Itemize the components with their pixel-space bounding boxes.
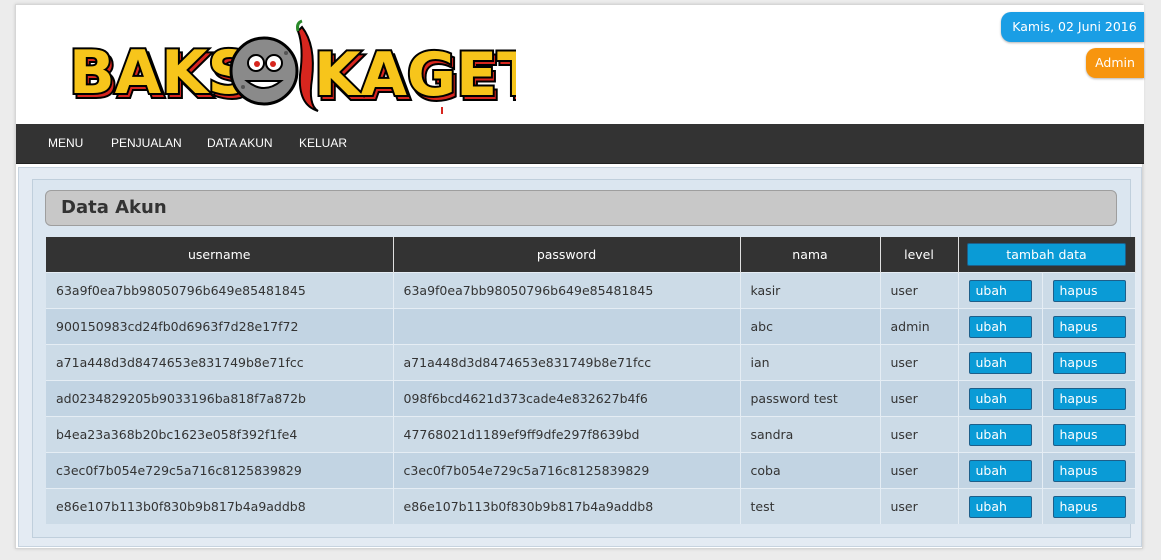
table-row: c3ec0f7b054e729c5a716c8125839829 c3ec0f7…	[46, 452, 1136, 489]
main-nav: MENU PENJUALAN DATA AKUN KELUAR	[16, 124, 1144, 164]
edit-button[interactable]: ubah	[968, 351, 1032, 374]
table-row: ad0234829205b9033196ba818f7a872b 098f6bc…	[46, 380, 1136, 417]
add-data-button[interactable]: tambah data	[967, 243, 1126, 266]
cell-password: a71a448d3d8474653e831749b8e71fcc	[393, 344, 741, 381]
col-password: password	[393, 237, 741, 273]
col-nama: nama	[740, 237, 881, 273]
svg-text:KAGET: KAGET	[314, 40, 516, 110]
date-badge: Kamis, 02 Juni 2016	[1001, 12, 1144, 42]
bakso-kaget-logo: BAKS KAGET BAKS KAGET	[67, 19, 516, 115]
cell-nama: coba	[740, 452, 881, 489]
cell-username: e86e107b113b0f830b9b817b4a9addb8	[46, 488, 394, 524]
table-row: e86e107b113b0f830b9b817b4a9addb8 e86e107…	[46, 488, 1136, 524]
header: BAKS KAGET BAKS KAGET Kamis, 02 Juni 201…	[16, 5, 1144, 124]
page: BAKS KAGET BAKS KAGET Kamis, 02 Juni 201…	[15, 4, 1144, 549]
edit-button[interactable]: ubah	[968, 279, 1032, 302]
delete-button[interactable]: hapus	[1052, 351, 1126, 374]
delete-button[interactable]: hapus	[1052, 315, 1126, 338]
cell-password: 47768021d1189ef9ff9dfe297f8639bd	[393, 416, 741, 453]
content-area: Data Akun username password nama level t…	[18, 167, 1142, 547]
col-level: level	[880, 237, 959, 273]
cell-username: ad0234829205b9033196ba818f7a872b	[46, 380, 394, 417]
accounts-table: username password nama level tambah data…	[46, 237, 1136, 524]
cell-nama: kasir	[740, 272, 881, 309]
svg-text:BAKS: BAKS	[69, 38, 251, 108]
cell-password: 098f6bcd4621d373cade4e832627b4f6	[393, 380, 741, 417]
table-row: 900150983cd24fb0d6963f7d28e17f72 abc adm…	[46, 308, 1136, 345]
cell-nama: password test	[740, 380, 881, 417]
cell-username: c3ec0f7b054e729c5a716c8125839829	[46, 452, 394, 489]
delete-button[interactable]: hapus	[1052, 459, 1126, 482]
cell-level: user	[880, 272, 959, 309]
cell-username: a71a448d3d8474653e831749b8e71fcc	[46, 344, 394, 381]
table-row: b4ea23a368b20bc1623e058f392f1fe4 4776802…	[46, 416, 1136, 453]
table-row: a71a448d3d8474653e831749b8e71fcc a71a448…	[46, 344, 1136, 381]
delete-button[interactable]: hapus	[1052, 423, 1126, 446]
page-title: Data Akun	[45, 190, 1117, 226]
delete-button[interactable]: hapus	[1052, 495, 1126, 518]
nav-penjualan[interactable]: PENJUALAN	[111, 124, 182, 163]
table-row: 63a9f0ea7bb98050796b649e85481845 63a9f0e…	[46, 272, 1136, 309]
cell-password: 63a9f0ea7bb98050796b649e85481845	[393, 272, 741, 309]
edit-button[interactable]: ubah	[968, 315, 1032, 338]
cell-nama: ian	[740, 344, 881, 381]
nav-menu[interactable]: MENU	[48, 124, 83, 163]
cell-username: b4ea23a368b20bc1623e058f392f1fe4	[46, 416, 394, 453]
cell-level: user	[880, 488, 959, 524]
cell-level: user	[880, 344, 959, 381]
delete-button[interactable]: hapus	[1052, 279, 1126, 302]
cell-password: c3ec0f7b054e729c5a716c8125839829	[393, 452, 741, 489]
user-badge[interactable]: Admin	[1086, 48, 1144, 78]
cell-password: e86e107b113b0f830b9b817b4a9addb8	[393, 488, 741, 524]
edit-button[interactable]: ubah	[968, 387, 1032, 410]
cell-password	[393, 308, 741, 345]
data-akun-panel: Data Akun username password nama level t…	[32, 179, 1136, 538]
table-header-row: username password nama level tambah data	[46, 237, 1136, 273]
cell-level: user	[880, 452, 959, 489]
cell-nama: test	[740, 488, 881, 524]
nav-keluar[interactable]: KELUAR	[299, 124, 347, 163]
delete-button[interactable]: hapus	[1052, 387, 1126, 410]
edit-button[interactable]: ubah	[968, 423, 1032, 446]
edit-button[interactable]: ubah	[968, 459, 1032, 482]
cell-level: user	[880, 416, 959, 453]
edit-button[interactable]: ubah	[968, 495, 1032, 518]
nav-data-akun[interactable]: DATA AKUN	[207, 124, 273, 163]
cell-username: 900150983cd24fb0d6963f7d28e17f72	[46, 308, 394, 345]
cell-level: admin	[880, 308, 959, 345]
col-actions: tambah data	[958, 237, 1136, 273]
cell-level: user	[880, 380, 959, 417]
cell-nama: sandra	[740, 416, 881, 453]
cell-nama: abc	[740, 308, 881, 345]
col-username: username	[46, 237, 394, 273]
cell-username: 63a9f0ea7bb98050796b649e85481845	[46, 272, 394, 309]
